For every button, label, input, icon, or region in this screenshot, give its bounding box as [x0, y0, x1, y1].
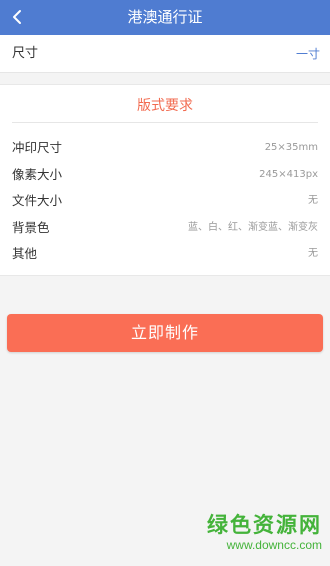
spec-row-pixel-size: 像素大小 245×413px [0, 162, 330, 189]
spec-row-other: 其他 无 [0, 241, 330, 268]
divider [12, 122, 318, 123]
spec-value: 无 [308, 248, 318, 259]
spec-row-print-size: 冲印尺寸 25×35mm [0, 135, 330, 162]
spec-value: 245×413px [259, 168, 318, 180]
spec-value: 蓝、白、红、渐变蓝、渐变灰 [188, 221, 318, 233]
watermark-url: www.downcc.com [226, 538, 322, 552]
spec-label: 背景色 [12, 219, 50, 235]
make-now-button[interactable]: 立即制作 [7, 314, 323, 352]
size-value[interactable]: 一寸 [296, 35, 320, 73]
spec-label: 文件大小 [12, 193, 63, 208]
spec-row-file-size: 文件大小 无 [0, 188, 330, 215]
page-title: 港澳通行证 [127, 8, 203, 26]
watermark-name: 绿色资源网 [207, 513, 322, 537]
requirements-title: 版式要求 [137, 98, 193, 114]
spec-label: 其他 [12, 246, 38, 261]
spec-list: 冲印尺寸 25×35mm 像素大小 245×413px 文件大小 无 背景色 蓝… [0, 135, 330, 268]
site-watermark: 绿色资源网 www.downcc.com [207, 512, 322, 552]
size-selector[interactable]: 尺寸 一寸 [0, 35, 330, 73]
spec-value: 25×35mm [264, 142, 318, 153]
spec-row-background-color: 背景色 蓝、白、红、渐变蓝、渐变灰 [0, 215, 330, 242]
requirements-card: 版式要求 冲印尺寸 25×35mm 像素大小 245×413px 文件大小 无 … [0, 84, 330, 276]
spec-label: 像素大小 [12, 166, 63, 182]
spec-label: 冲印尺寸 [12, 140, 63, 155]
size-label: 尺寸 [12, 46, 39, 61]
spec-value: 无 [308, 195, 318, 206]
app-header: 港澳通行证 [0, 0, 330, 35]
